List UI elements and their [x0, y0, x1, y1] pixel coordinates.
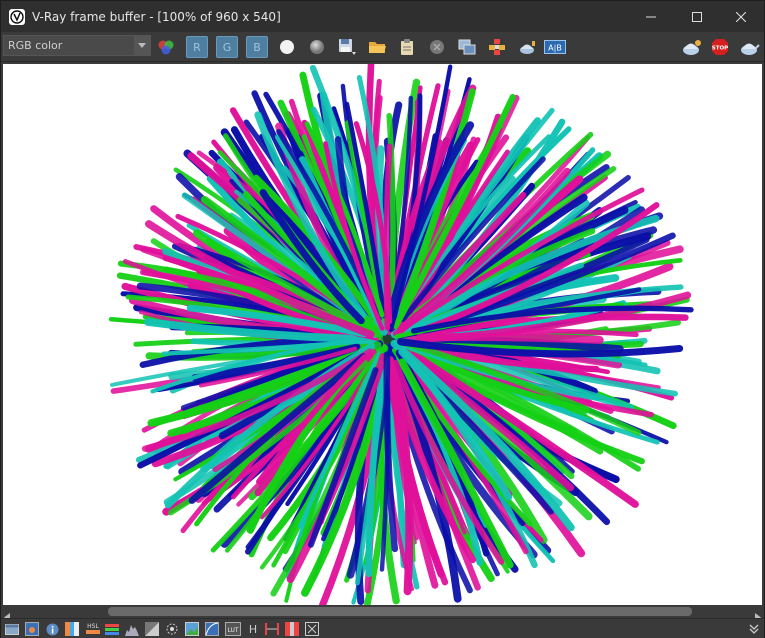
- hair-strand: [383, 143, 393, 331]
- toolbar: RGB color R G B A|B STOP: [1, 32, 764, 62]
- hsl-icon[interactable]: HSL: [85, 622, 101, 636]
- show-history-icon[interactable]: [5, 622, 19, 636]
- h-label: H: [248, 622, 258, 636]
- svg-text:HSL: HSL: [87, 623, 99, 630]
- channel-select[interactable]: RGB color: [3, 35, 151, 56]
- save-icon[interactable]: [336, 36, 358, 58]
- vray-frame-buffer-window: V-Ray frame buffer - [100% of 960 x 540]…: [0, 0, 765, 638]
- color-correction-icon[interactable]: [155, 36, 177, 58]
- info-icon[interactable]: [45, 622, 59, 636]
- bottom-toolbar: HSL LUT H: [1, 618, 764, 638]
- clipboard-icon[interactable]: [396, 36, 418, 58]
- white-circle-icon[interactable]: [276, 36, 298, 58]
- lut-file-icon[interactable]: LUT: [225, 622, 241, 636]
- svg-text:A|B: A|B: [548, 44, 562, 53]
- render-region-icon[interactable]: [516, 36, 538, 58]
- render-view[interactable]: [3, 64, 762, 605]
- vray-logo-icon: [9, 8, 25, 25]
- window-title: V-Ray frame buffer - [100% of 960 x 540]: [32, 9, 281, 24]
- scroll-left-arrow-icon[interactable]: [3, 607, 11, 622]
- title-bar[interactable]: V-Ray frame buffer - [100% of 960 x 540]: [1, 1, 764, 32]
- green-channel-button[interactable]: G: [216, 36, 238, 58]
- chevron-down-icon[interactable]: [134, 36, 150, 55]
- render-teapot-icon[interactable]: [738, 36, 760, 58]
- display-color-icon[interactable]: [25, 622, 39, 636]
- open-folder-icon[interactable]: [366, 36, 388, 58]
- histogram-icon[interactable]: [125, 622, 139, 636]
- close-button[interactable]: [718, 1, 764, 32]
- svg-text:LUT: LUT: [227, 627, 238, 634]
- minimize-button[interactable]: [628, 1, 674, 32]
- clear-image-icon[interactable]: [426, 36, 448, 58]
- track-mouse-icon[interactable]: [486, 36, 508, 58]
- red-channel-button[interactable]: R: [186, 36, 208, 58]
- horizontal-scrollbar[interactable]: [1, 605, 764, 622]
- color-bars-icon[interactable]: [285, 622, 299, 636]
- scrollbar-thumb[interactable]: [108, 607, 692, 616]
- image-icon[interactable]: [185, 622, 199, 636]
- hsv-icon[interactable]: [265, 622, 279, 636]
- interactive-render-icon[interactable]: [680, 36, 702, 58]
- rendered-image: [108, 64, 694, 605]
- exposure-icon[interactable]: [145, 622, 159, 636]
- gray-circle-icon[interactable]: [306, 36, 328, 58]
- blue-channel-button[interactable]: B: [246, 36, 268, 58]
- levels-icon[interactable]: [105, 622, 119, 636]
- pixel-info-icon[interactable]: [305, 622, 319, 636]
- lens-effects-icon[interactable]: [165, 622, 179, 636]
- compare-ab-icon[interactable]: A|B: [544, 36, 566, 58]
- channel-selected-label: RGB color: [8, 39, 63, 52]
- expand-icon[interactable]: [747, 622, 761, 636]
- maximize-button[interactable]: [674, 1, 720, 32]
- curve-icon[interactable]: [205, 622, 219, 636]
- svg-text:STOP: STOP: [712, 46, 728, 52]
- scroll-right-arrow-icon[interactable]: [754, 607, 762, 622]
- stop-render-icon[interactable]: STOP: [709, 36, 731, 58]
- duplicate-icon[interactable]: [456, 36, 478, 58]
- lut-icon[interactable]: [65, 622, 79, 636]
- hair-strand: [416, 333, 604, 344]
- h-icon[interactable]: H: [246, 622, 260, 636]
